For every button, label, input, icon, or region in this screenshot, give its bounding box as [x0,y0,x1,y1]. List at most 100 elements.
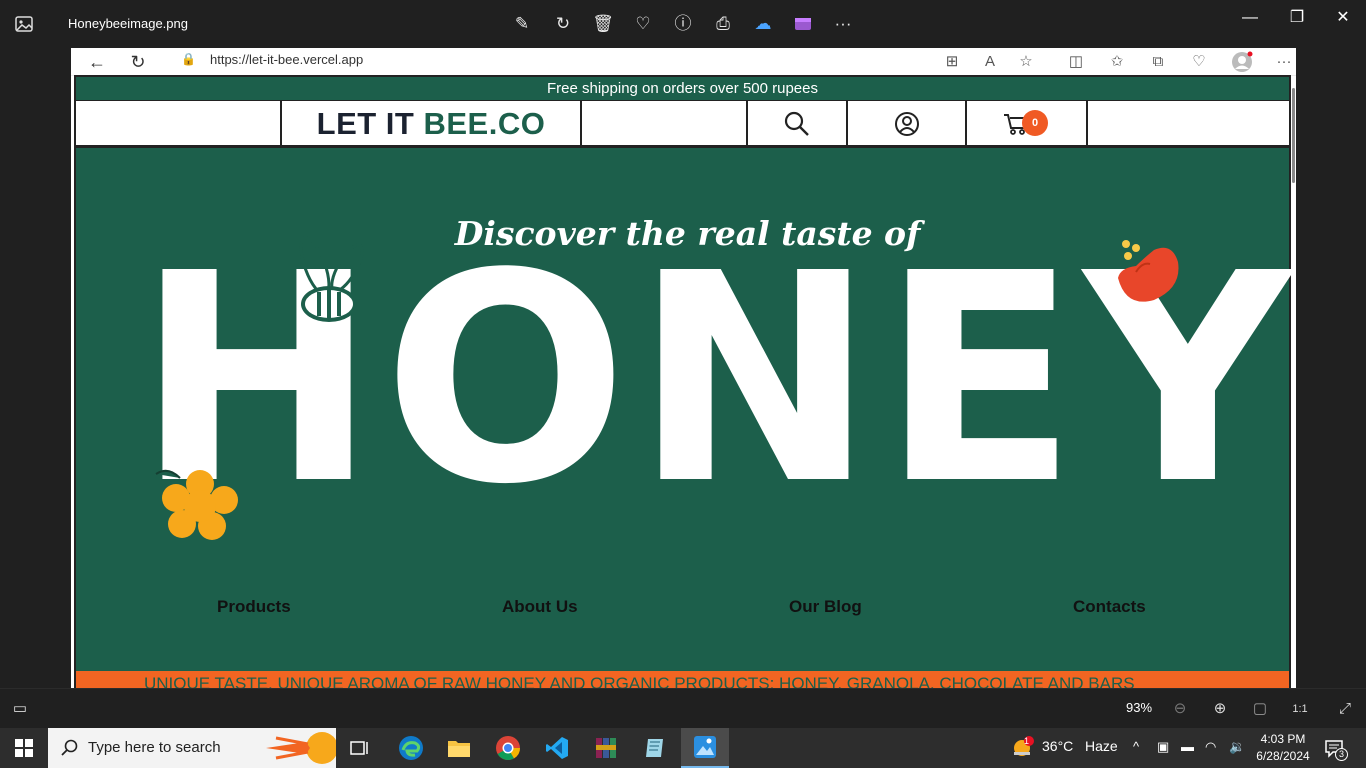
taskbar-chrome[interactable] [484,728,532,768]
clipchamp-icon[interactable] [791,12,815,36]
start-button[interactable] [0,728,48,768]
onedrive-icon[interactable]: ☁ [751,12,775,36]
info-icon[interactable]: ⓘ [671,12,695,36]
zoom-in-icon[interactable]: ⊕ [1209,698,1231,720]
favorite-star-icon: ☆ [1019,53,1033,70]
refresh-icon: ↻ [130,52,146,72]
clock-date: 6/28/2024 [1256,749,1310,763]
actual-size-icon[interactable]: 1:1 [1289,698,1311,720]
taskbar-search-box[interactable]: Type here to search [48,728,336,768]
photos-app-icon [15,16,33,32]
wifi-icon[interactable]: ◠ [1205,739,1216,755]
zoom-out-icon[interactable]: ⊖ [1169,698,1191,720]
weather-temp: 36°C [1042,738,1074,754]
task-view-icon [350,741,368,755]
red-flower-illustration [1118,240,1179,302]
weather-condition: Haze [1084,738,1118,754]
weather-alert-count: 1 [1024,736,1030,746]
notes-app-icon [646,739,663,757]
search-placeholder: Type here to search [88,739,221,756]
photos-icon [694,736,716,758]
volume-icon[interactable]: 🔉 [1229,739,1245,755]
address-bar: 🔒 https://let-it-bee.vercel.app [163,49,1043,73]
browser-toolbar: ← ↻ 🔒 https://let-it-bee.vercel.app ⊞ A … [71,48,1296,76]
search-icon [61,739,78,756]
notification-count: 3 [1335,748,1348,761]
folder-icon [448,741,470,757]
weather-icon [1014,736,1034,756]
taskbar-notes-app[interactable] [631,728,679,768]
search-icon [784,111,809,136]
windows-logo-icon [15,739,33,757]
zoom-level[interactable]: 93% [1126,700,1152,715]
task-view-button[interactable] [336,728,384,768]
more-icon[interactable]: ··· [831,12,855,36]
taskbar-file-explorer[interactable] [435,728,483,768]
weather-widget[interactable]: 36°C Haze [1042,738,1118,754]
logo-part-1: LET IT [316,106,415,141]
displayed-image: ← ↻ 🔒 https://let-it-bee.vercel.app ⊞ A … [71,48,1296,688]
file-name: Honeybeeimage.png [68,16,188,31]
vscode-icon [546,737,568,759]
photos-title-bar: Honeybeeimage.png ✎ ↻ 🗑 ♡ ⓘ ⎙ ☁ ··· — ❐ … [0,0,1366,48]
image-viewport[interactable]: ← ↻ 🔒 https://let-it-bee.vercel.app ⊞ A … [0,48,1366,688]
notification-center-button[interactable]: 3 [1322,736,1348,761]
website: Free shipping on orders over 500 rupees … [74,75,1292,688]
filmstrip-icon[interactable]: ▭ [9,698,31,720]
battery-icon[interactable]: ▬ [1181,739,1194,754]
edit-image-icon[interactable]: ✎ [510,12,534,36]
back-icon: ← [88,52,106,72]
profile-avatar-icon [1229,49,1255,75]
rotate-icon[interactable]: ↻ [551,12,575,36]
maximize-button[interactable]: ❐ [1285,6,1309,30]
show-hidden-icons-chevron-icon[interactable]: ^ [1133,739,1139,754]
delete-icon[interactable]: 🗑 [591,12,615,36]
search-button [748,101,848,146]
fit-to-window-icon[interactable]: ▢ [1249,698,1271,720]
nav-contacts: Contacts [1073,597,1146,616]
read-aloud-icon: A [984,53,995,70]
site-logo: LET IT BEE.CO [282,101,582,146]
minimize-button[interactable]: — [1238,6,1262,30]
close-button[interactable]: ✕ [1331,6,1355,30]
main-navigation: Products About Us Our Blog Contacts [76,597,1289,621]
user-icon [894,111,919,136]
favorites-icon: ✩ [1110,53,1124,70]
taskbar-photos[interactable] [681,728,729,768]
app-available-icon: ⊞ [945,53,959,70]
edge-icon [399,736,423,760]
marquee-ticker: UNIQUE TASTE, UNIQUE AROMA OF RAW HONEY … [76,671,1289,688]
nav-products: Products [217,597,291,616]
split-screen-icon: ◫ [1068,53,1084,70]
header-spacer-left [76,101,282,146]
url-text: https://let-it-bee.vercel.app [210,52,364,67]
search-highlight-icon [266,732,336,764]
site-header: LET IT BEE.CO 0 [76,100,1289,148]
nav-about-us: About Us [502,597,578,616]
image-scrollbar [1292,88,1295,183]
yellow-flower-illustration [155,469,238,540]
nav-our-blog: Our Blog [789,597,862,616]
promo-bar: Free shipping on orders over 500 rupees [76,77,1289,100]
cart-count-badge: 0 [1022,110,1048,136]
taskbar-edge[interactable] [387,728,435,768]
fullscreen-icon[interactable]: ⤢ [1334,698,1356,720]
bee-illustration [299,236,364,322]
browser-essentials-icon: ♡ [1192,53,1206,70]
photos-bottom-bar: ▭ 93% ⊖ ⊕ ▢ 1:1 ⤢ [0,688,1366,728]
taskbar-vscode[interactable] [533,728,581,768]
favorite-icon[interactable]: ♡ [631,12,655,36]
chrome-icon [496,736,520,761]
lock-icon: 🔒 [181,52,196,66]
windows-taskbar: Type here to search 1 36°C Haze ^ ▣ ▬ ◠ … [0,728,1366,768]
taskbar-clock[interactable]: 4:03 PM 6/28/2024 [1252,731,1314,765]
collections-icon: ⧉ [1152,53,1164,70]
ticker-text: UNIQUE TASTE, UNIQUE AROMA OF RAW HONEY … [144,674,1135,688]
print-icon[interactable]: ⎙ [711,12,735,36]
account-button [848,101,967,146]
taskbar-winrar[interactable] [582,728,630,768]
clock-time: 4:03 PM [1260,732,1306,746]
meet-now-icon[interactable]: ▣ [1157,739,1169,755]
winrar-icon [596,738,616,758]
settings-more-icon: ··· [1276,53,1292,70]
